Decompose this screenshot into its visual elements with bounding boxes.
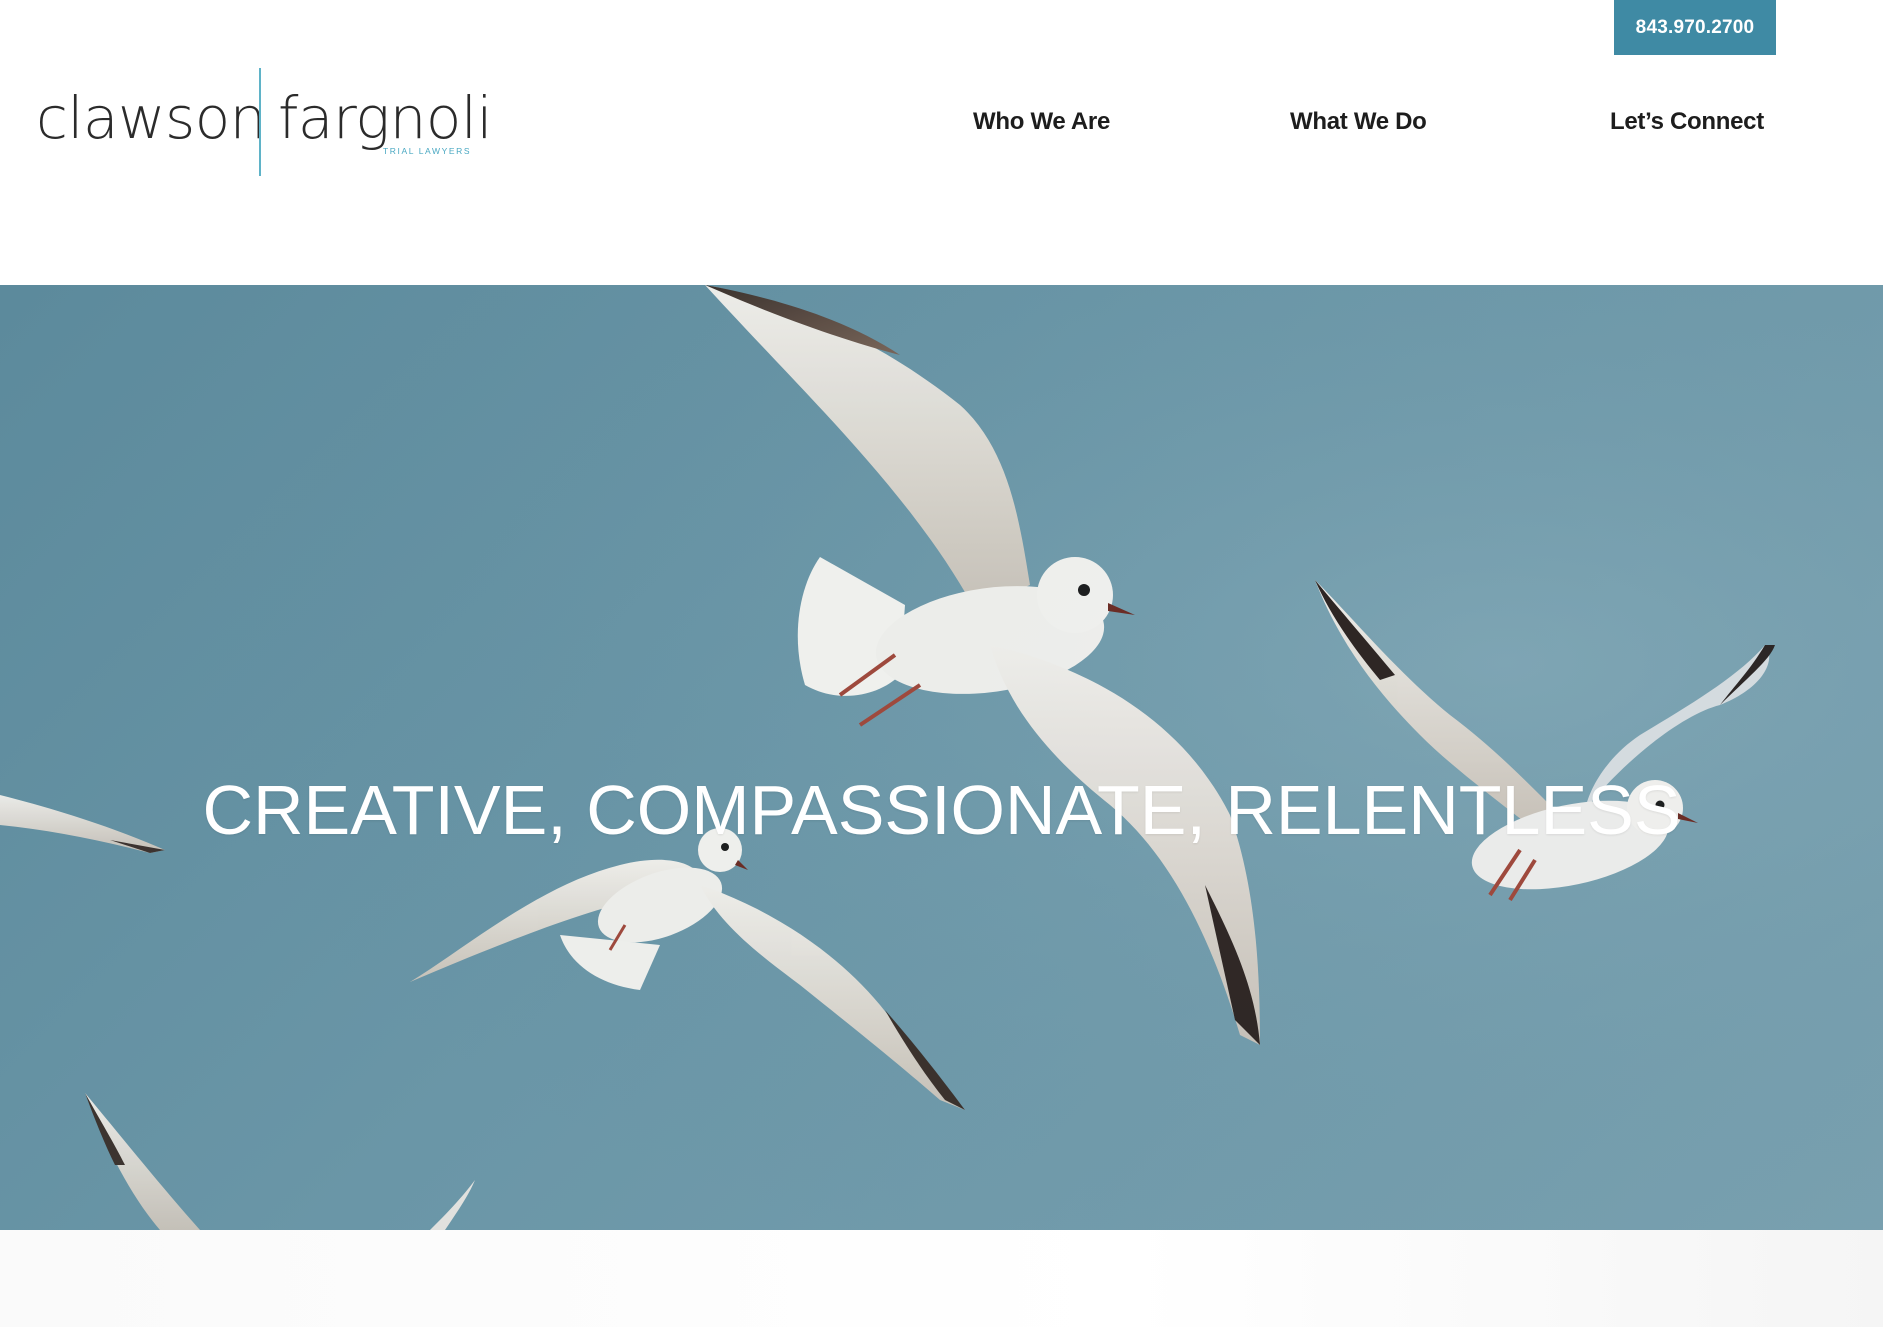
hero-seagulls-image bbox=[0, 285, 1883, 1230]
phone-button[interactable]: 843.970.2700 bbox=[1614, 0, 1776, 55]
main-nav: Who We Are What We Do Let’s Connect bbox=[0, 108, 1883, 148]
content-section-top bbox=[0, 1230, 1883, 1327]
page: 843.970.2700 clawson fargnoli TRIAL LAWY… bbox=[0, 0, 1883, 1327]
nav-item-who-we-are[interactable]: Who We Are bbox=[973, 108, 1110, 136]
nav-item-lets-connect[interactable]: Let’s Connect bbox=[1610, 108, 1764, 136]
nav-item-what-we-do[interactable]: What We Do bbox=[1290, 108, 1427, 136]
hero-title: CREATIVE, COMPASSIONATE, RELENTLESS bbox=[202, 770, 1681, 849]
hero-banner: CREATIVE, COMPASSIONATE, RELENTLESS bbox=[0, 285, 1883, 1230]
